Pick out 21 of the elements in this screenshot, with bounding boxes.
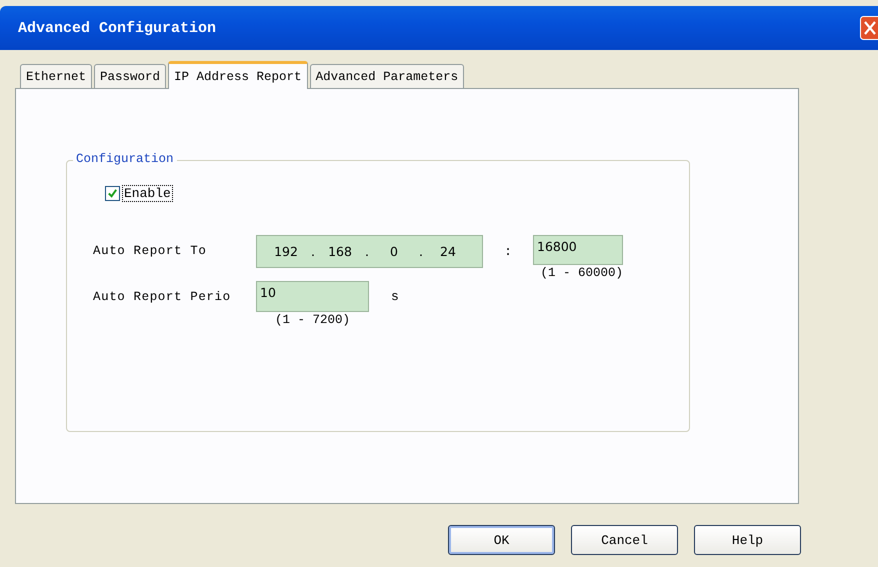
separator: :: [503, 243, 513, 261]
range-hint: (1 - 60000): [540, 265, 623, 281]
dialog-button[interactable]: Help: [694, 525, 801, 555]
tab[interactable]: Ethernet: [20, 64, 92, 88]
checkbox-label[interactable]: Enable: [122, 185, 173, 202]
field-label: Auto Report To: [93, 243, 208, 260]
port-field[interactable]: 16800: [533, 235, 623, 265]
range-hint: (1 - 7200): [274, 312, 350, 328]
unit-label: s: [391, 288, 399, 306]
field-label: Auto Report Perio: [93, 289, 232, 306]
period-field[interactable]: 10: [256, 281, 369, 312]
window-title: Advanced Configuration: [18, 20, 216, 36]
close-icon[interactable]: [860, 16, 878, 40]
group-title: Configuration: [73, 152, 177, 166]
checkbox[interactable]: [105, 186, 120, 201]
dialog-button[interactable]: OK: [448, 525, 555, 555]
tab[interactable]: Advanced Parameters: [310, 64, 464, 88]
ip-address-field[interactable]: 192 . 168 . 0 . 24: [256, 235, 483, 268]
dialog-button[interactable]: Cancel: [571, 525, 678, 555]
tab[interactable]: Password: [94, 64, 166, 88]
tab[interactable]: IP Address Report: [168, 61, 308, 89]
